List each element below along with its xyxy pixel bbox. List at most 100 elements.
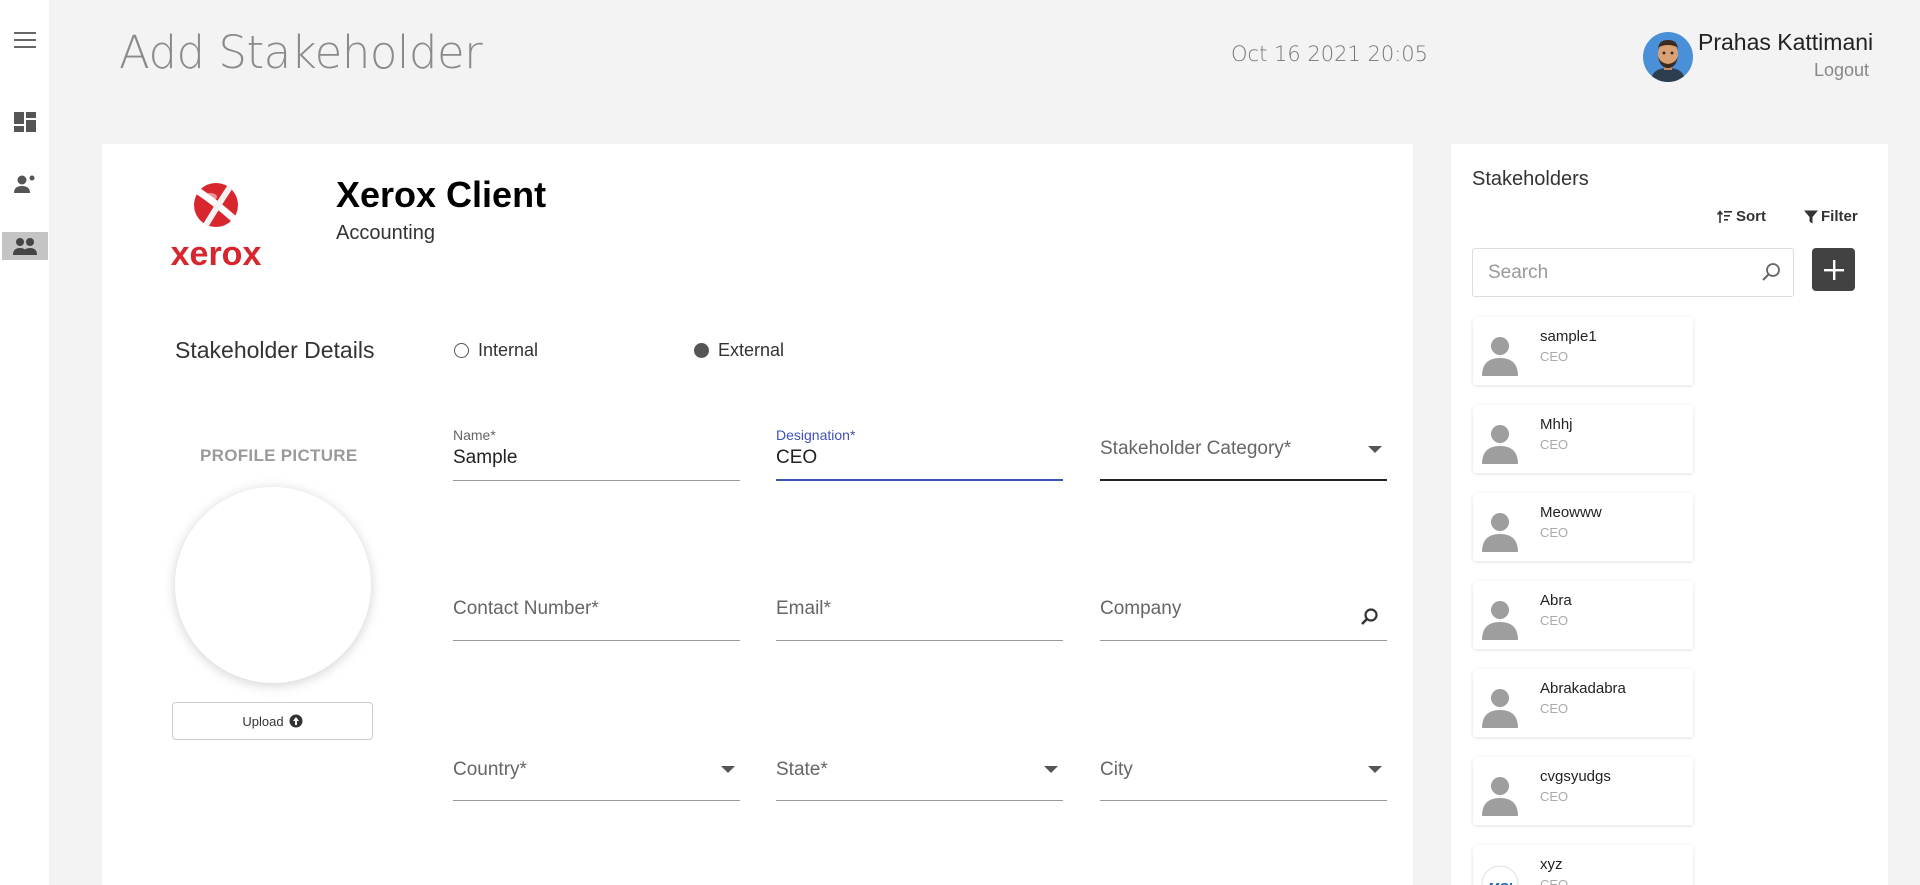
stakeholder-name: Abra xyxy=(1540,592,1572,609)
logout-link[interactable]: Logout xyxy=(1814,60,1869,81)
stakeholder-designation: CEO xyxy=(1540,877,1569,885)
designation-field[interactable]: Designation* CEO xyxy=(776,423,1063,481)
stakeholder-name: Meowww xyxy=(1540,504,1602,521)
filter-label: Filter xyxy=(1821,208,1858,225)
person-add-icon xyxy=(14,175,35,193)
svg-text:MCI: MCI xyxy=(1488,880,1512,885)
left-rail xyxy=(0,0,49,885)
radio-external-label: External xyxy=(718,340,785,360)
stakeholder-designation: CEO xyxy=(1540,789,1569,804)
radio-checked-icon xyxy=(694,343,709,358)
sidebar-item-stakeholders[interactable] xyxy=(2,232,48,260)
sidebar-item-add-stakeholder[interactable] xyxy=(2,170,48,198)
country-placeholder: Country* xyxy=(453,759,527,780)
client-name: Xerox Client xyxy=(336,174,547,215)
menu-button[interactable] xyxy=(2,26,48,54)
stakeholder-name: Mhhj xyxy=(1540,416,1573,433)
sidebar-item-dashboard[interactable] xyxy=(2,108,48,136)
filter-icon xyxy=(1804,210,1818,223)
datetime: Oct 16 2021 20:05 xyxy=(1231,42,1429,66)
name-field[interactable]: Name* Sample xyxy=(453,423,740,481)
designation-label: Designation* xyxy=(776,427,856,443)
list-item[interactable]: sample1 CEO xyxy=(1473,317,1693,385)
client-logo: xerox xyxy=(166,173,266,273)
company-placeholder: Company xyxy=(1100,598,1182,619)
country-select[interactable]: Country* xyxy=(453,744,740,801)
radio-unchecked-icon xyxy=(454,343,469,358)
list-item[interactable]: Abra CEO xyxy=(1473,581,1693,649)
chevron-down-icon xyxy=(1368,446,1382,453)
list-item[interactable]: Meowww CEO xyxy=(1473,493,1693,561)
user-placeholder-icon xyxy=(1482,777,1518,816)
stakeholder-designation: CEO xyxy=(1540,613,1569,628)
company-search-icon[interactable] xyxy=(1361,608,1379,626)
email-field[interactable]: Email* xyxy=(776,584,1063,641)
profile-picture-preview[interactable] xyxy=(175,487,371,683)
user-name: Prahas Kattimani xyxy=(1698,29,1874,55)
stakeholder-name: cvgsyudgs xyxy=(1540,768,1611,785)
section-title: Stakeholder Details xyxy=(175,337,375,363)
name-label: Name* xyxy=(453,427,496,443)
dashboard-icon xyxy=(14,112,36,132)
stakeholder-name: xyz xyxy=(1540,856,1563,873)
page-title: Add Stakeholder xyxy=(119,26,483,79)
sort-label: Sort xyxy=(1736,208,1766,225)
city-select[interactable]: City xyxy=(1100,744,1387,801)
xerox-logo-icon: xerox xyxy=(171,183,262,273)
radio-internal[interactable]: Internal xyxy=(454,340,538,361)
sort-button[interactable]: Sort xyxy=(1717,208,1766,225)
upload-button[interactable]: Upload xyxy=(172,702,373,740)
list-item[interactable]: Mhhj CEO xyxy=(1473,405,1693,473)
search-input[interactable] xyxy=(1473,249,1743,296)
logo-text: xerox xyxy=(171,235,262,273)
chevron-down-icon xyxy=(1044,766,1058,773)
state-placeholder: State* xyxy=(776,759,828,780)
add-stakeholder-button[interactable] xyxy=(1812,248,1855,291)
chevron-down-icon xyxy=(721,766,735,773)
stakeholder-name: sample1 xyxy=(1540,328,1597,345)
contact-number-field[interactable]: Contact Number* xyxy=(453,584,740,641)
user-placeholder-icon xyxy=(1482,689,1518,728)
user-avatar-icon xyxy=(1643,32,1693,82)
designation-value: CEO xyxy=(776,447,818,468)
company-field[interactable]: Company xyxy=(1100,584,1387,641)
plus-icon xyxy=(1823,259,1844,280)
city-placeholder: City xyxy=(1100,759,1133,780)
list-item[interactable]: MCI xyz CEO xyxy=(1473,845,1693,885)
chevron-down-icon xyxy=(1368,766,1382,773)
avatar[interactable] xyxy=(1643,32,1693,82)
sort-icon xyxy=(1717,209,1732,223)
name-value: Sample xyxy=(453,447,518,468)
stakeholder-form-card: xerox Xerox Client Accounting Stakeholde… xyxy=(102,144,1413,885)
contact-number-placeholder: Contact Number* xyxy=(453,598,599,619)
menu-icon xyxy=(14,32,36,48)
filter-button[interactable]: Filter xyxy=(1804,208,1858,225)
client-category: Accounting xyxy=(336,222,435,244)
state-select[interactable]: State* xyxy=(776,744,1063,801)
stakeholder-designation: CEO xyxy=(1540,525,1569,540)
list-item[interactable]: Abrakadabra CEO xyxy=(1473,669,1693,737)
stakeholders-title: Stakeholders xyxy=(1472,168,1589,190)
email-placeholder: Email* xyxy=(776,598,831,619)
people-icon xyxy=(13,238,37,255)
profile-picture-label: PROFILE PICTURE xyxy=(200,446,358,465)
user-placeholder-icon xyxy=(1482,513,1518,552)
stakeholder-designation: CEO xyxy=(1540,349,1569,364)
stakeholder-designation: CEO xyxy=(1540,701,1569,716)
stakeholder-designation: CEO xyxy=(1540,437,1569,452)
stakeholder-name: Abrakadabra xyxy=(1540,680,1626,697)
user-placeholder-icon xyxy=(1482,601,1518,640)
stakeholders-panel: Stakeholders Sort Filter sample1 CEO Mhh… xyxy=(1451,144,1888,885)
radio-external[interactable]: External xyxy=(694,340,784,361)
stakeholder-category-select[interactable]: Stakeholder Category* xyxy=(1100,423,1387,481)
user-placeholder-icon xyxy=(1482,425,1518,464)
company-logo-icon: MCI xyxy=(1481,865,1519,885)
search-icon[interactable] xyxy=(1761,262,1781,282)
radio-internal-label: Internal xyxy=(478,340,539,360)
upload-icon xyxy=(289,714,303,728)
list-item[interactable]: cvgsyudgs CEO xyxy=(1473,757,1693,825)
stakeholder-search[interactable] xyxy=(1472,248,1794,297)
stakeholder-category-placeholder: Stakeholder Category* xyxy=(1100,438,1292,459)
user-placeholder-icon xyxy=(1482,337,1518,376)
upload-label: Upload xyxy=(242,713,284,729)
